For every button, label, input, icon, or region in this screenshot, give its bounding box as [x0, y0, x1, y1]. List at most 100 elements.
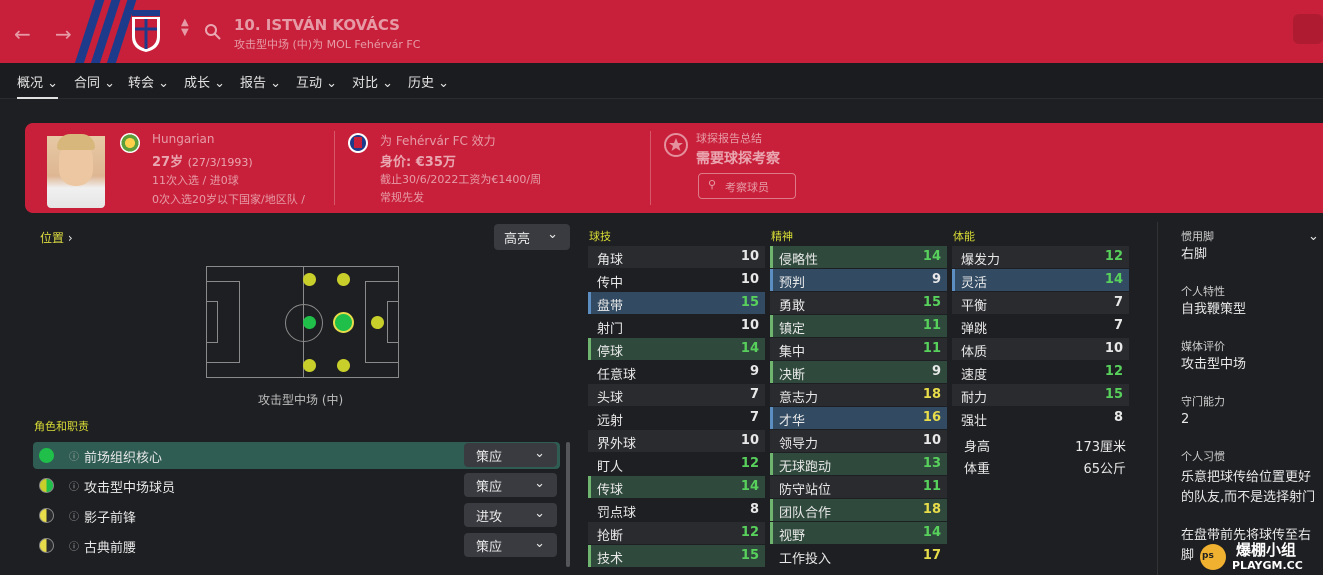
attribute-row[interactable]: 弹跳 7	[952, 315, 1129, 337]
role-row[interactable]: ⓘ 前场组织核心 策应 ⌄	[33, 442, 560, 469]
attribute-row[interactable]: 预判 9	[770, 269, 947, 291]
attribute-value: 11	[922, 479, 941, 494]
attribute-name: 技术	[597, 552, 624, 567]
attribute-row[interactable]: 灵活 14	[952, 269, 1129, 291]
tab-overview[interactable]: 概况 ⌄	[17, 72, 59, 99]
attribute-row[interactable]: 才华 16	[770, 407, 947, 429]
attribute-row[interactable]: 射门 10	[588, 315, 765, 337]
chevron-down-icon: ⌄	[534, 446, 545, 461]
chevron-down-icon[interactable]: ⌄	[1308, 229, 1319, 244]
attribute-row[interactable]: 传球 14	[588, 476, 765, 498]
arrow-left-icon[interactable]: ←	[14, 22, 31, 46]
arrow-right-icon[interactable]: →	[55, 22, 72, 46]
attribute-value: 10	[740, 249, 759, 264]
attribute-row[interactable]: 角球 10	[588, 246, 765, 268]
attribute-row[interactable]: 盘带 15	[588, 292, 765, 314]
attribute-row[interactable]: 平衡 7	[952, 292, 1129, 314]
attribute-row[interactable]: 强壮 8	[952, 407, 1129, 429]
attribute-name: 耐力	[961, 391, 988, 406]
attribute-name: 才华	[779, 414, 806, 429]
tab-interaction[interactable]: 互动 ⌄	[296, 72, 337, 91]
attribute-row[interactable]: 领导力 10	[770, 430, 947, 452]
attribute-name: 射门	[597, 322, 624, 337]
attribute-name: 界外球	[597, 437, 637, 452]
scout-report-title: 球探报告总结	[696, 132, 762, 145]
duty-dropdown[interactable]: 进攻 ⌄	[464, 503, 557, 527]
attribute-row[interactable]: 抢断 12	[588, 522, 765, 544]
search-icon[interactable]	[205, 24, 221, 40]
attribute-name: 传球	[597, 483, 624, 498]
attribute-row[interactable]: 界外球 10	[588, 430, 765, 452]
attribute-row[interactable]: 侵略性 14	[770, 246, 947, 268]
role-row[interactable]: ⓘ 古典前腰 策应 ⌄	[33, 532, 560, 559]
tab-development[interactable]: 成长 ⌄	[184, 72, 225, 91]
attribute-row[interactable]: 体质 10	[952, 338, 1129, 360]
attribute-row[interactable]: 头球 7	[588, 384, 765, 406]
attribute-row[interactable]: 镇定 11	[770, 315, 947, 337]
six-yard-box-left	[206, 301, 218, 343]
info-icon[interactable]: ⓘ	[69, 448, 79, 463]
tab-transfer[interactable]: 转会 ⌄	[128, 72, 169, 91]
attribute-row[interactable]: 意志力 18	[770, 384, 947, 406]
tab-reports[interactable]: 报告 ⌄	[240, 72, 281, 91]
info-icon[interactable]: ⓘ	[69, 478, 79, 493]
personality-value: 自我鞭策型	[1181, 302, 1247, 317]
tab-contract[interactable]: 合同 ⌄	[74, 72, 115, 91]
duty-dropdown[interactable]: 策应 ⌄	[464, 473, 557, 497]
tab-compare[interactable]: 对比 ⌄	[352, 72, 393, 91]
attribute-row[interactable]: 停球 14	[588, 338, 765, 360]
position-header[interactable]: 位置 ›	[40, 229, 73, 246]
pitch-diagram	[206, 266, 399, 378]
attribute-row[interactable]: 爆发力 12	[952, 246, 1129, 268]
scout-badge-icon	[664, 133, 688, 157]
attribute-row[interactable]: 团队合作 18	[770, 499, 947, 521]
attribute-row[interactable]: 视野 14	[770, 522, 947, 544]
attribute-row[interactable]: 技术 15	[588, 545, 765, 567]
attribute-row[interactable]: 远射 7	[588, 407, 765, 429]
attribute-name: 防守站位	[779, 483, 832, 498]
attribute-row[interactable]: 勇敢 15	[770, 292, 947, 314]
role-row[interactable]: ⓘ 影子前锋 进攻 ⌄	[33, 502, 560, 529]
attribute-value: 7	[749, 410, 759, 425]
attribute-row[interactable]: 罚点球 8	[588, 499, 765, 521]
highlight-dropdown[interactable]: 高亮 ⌄	[494, 224, 570, 250]
attribute-row[interactable]: 传中 10	[588, 269, 765, 291]
info-icon[interactable]: ⓘ	[69, 508, 79, 523]
attribute-row[interactable]: 工作投入 17	[770, 545, 947, 567]
attribute-name: 侵略性	[779, 253, 819, 268]
attribute-row[interactable]: 任意球 9	[588, 361, 765, 383]
position-dot	[337, 273, 350, 286]
player-traits-label: 个人习惯	[1181, 450, 1225, 463]
attribute-row[interactable]: 决断 9	[770, 361, 947, 383]
scout-button-label: 考察球员	[725, 181, 769, 194]
header-action-button[interactable]	[1293, 14, 1323, 44]
crest-chevron-icon[interactable]: ▲ ▼	[181, 18, 189, 38]
attribute-row[interactable]: 无球跑动 13	[770, 453, 947, 475]
club-name[interactable]: 为 Fehérvár FC 效力	[380, 132, 496, 149]
international-caps[interactable]: 11次入选 / 进0球	[152, 172, 239, 188]
technical-header: 球技	[589, 230, 611, 243]
youth-caps: 0次入选20岁以下国家/地区队 /	[152, 193, 305, 206]
roles-scrollbar[interactable]	[566, 442, 570, 567]
info-icon[interactable]: ⓘ	[69, 538, 79, 553]
tab-history[interactable]: 历史 ⌄	[408, 72, 449, 91]
role-name: 影子前锋	[84, 511, 137, 526]
attribute-value: 12	[740, 525, 759, 540]
role-row[interactable]: ⓘ 攻击型中场球员 策应 ⌄	[33, 472, 560, 499]
media-description-value: 攻击型中场	[1181, 357, 1247, 372]
attribute-value: 7	[1113, 318, 1123, 333]
role-rating-icon	[39, 448, 54, 463]
duty-label: 策应	[476, 480, 503, 495]
attribute-row[interactable]: 速度 12	[952, 361, 1129, 383]
duty-dropdown[interactable]: 策应 ⌄	[464, 443, 557, 467]
position-dot	[303, 359, 316, 372]
attribute-row[interactable]: 防守站位 11	[770, 476, 947, 498]
player-trait-item: 乐意把球传给位置更好的队友,而不是选择射门	[1181, 470, 1316, 505]
attribute-row[interactable]: 盯人 12	[588, 453, 765, 475]
duty-dropdown[interactable]: 策应 ⌄	[464, 533, 557, 557]
attribute-row[interactable]: 耐力 15	[952, 384, 1129, 406]
attribute-value: 10	[740, 272, 759, 287]
scout-player-button[interactable]: ⚲ 考察球员	[698, 173, 796, 199]
attribute-row[interactable]: 集中 11	[770, 338, 947, 360]
attribute-value: 10	[740, 433, 759, 448]
